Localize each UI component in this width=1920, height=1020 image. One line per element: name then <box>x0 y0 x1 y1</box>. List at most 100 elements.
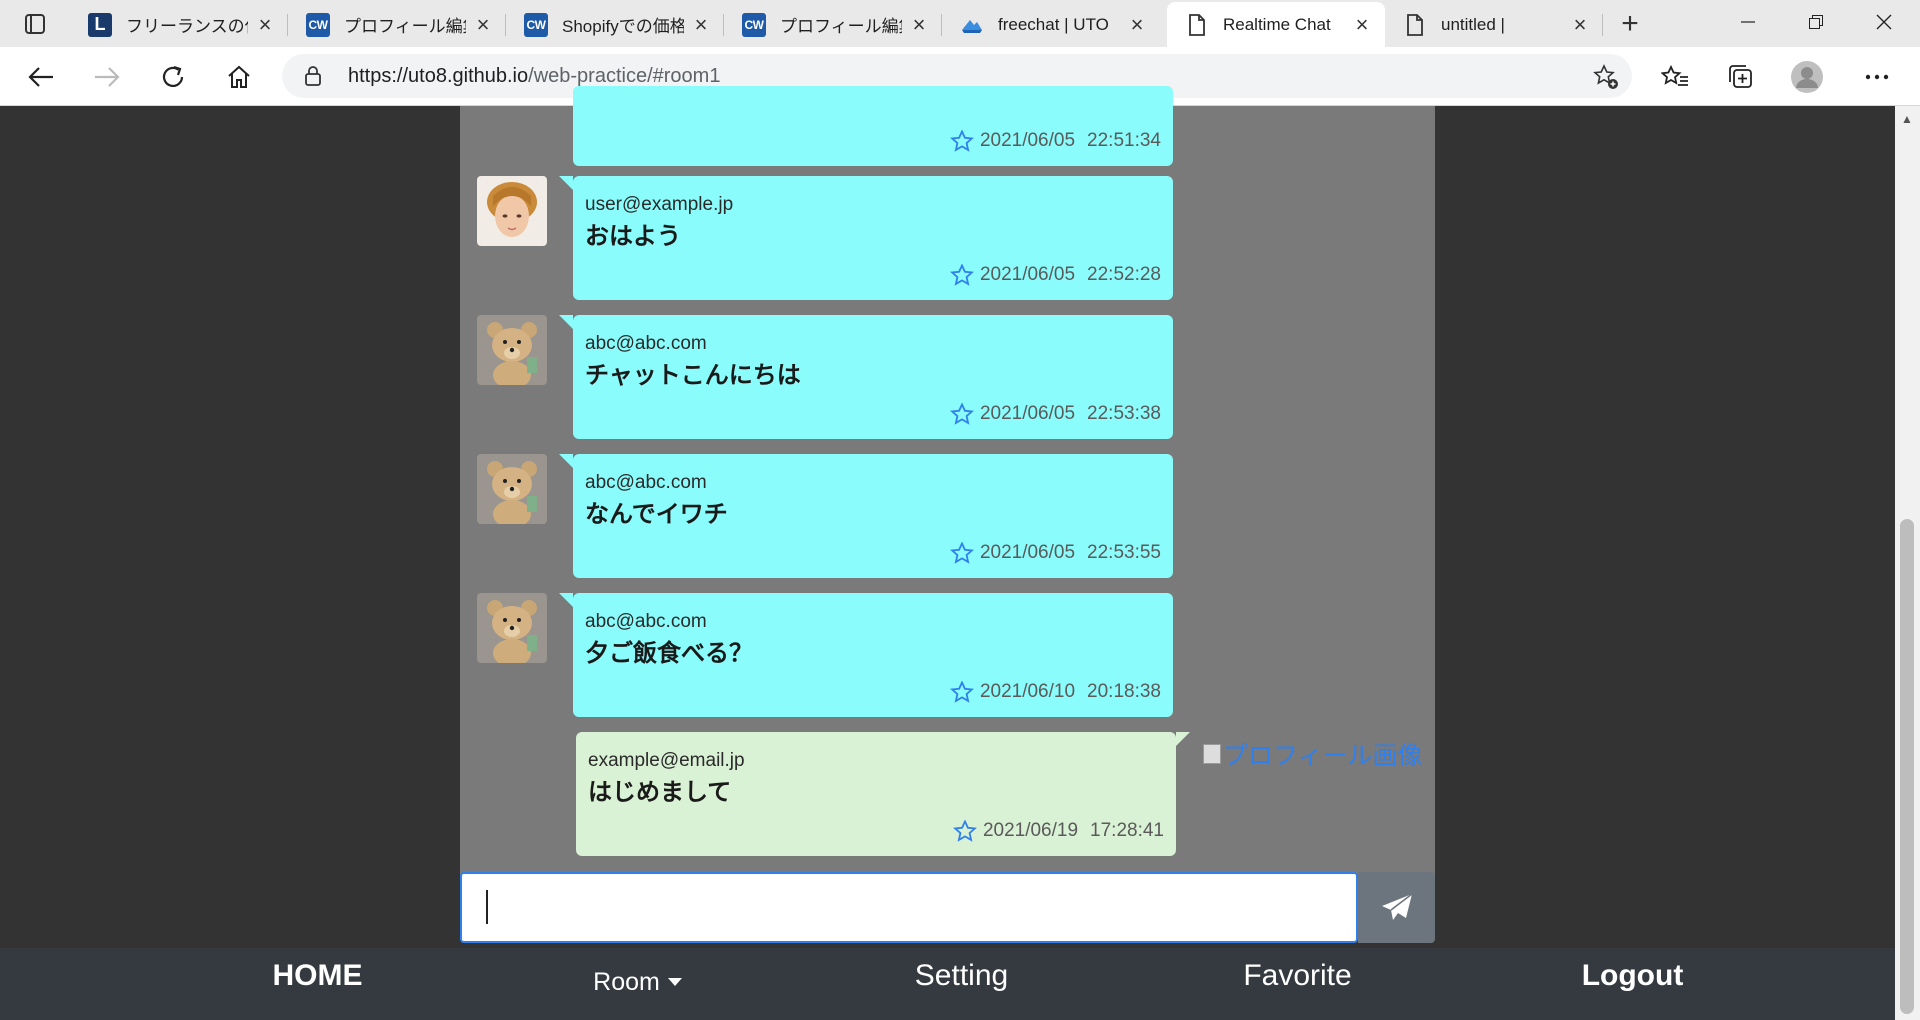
collections-icon <box>1729 65 1752 88</box>
profile-image-alt: プロフィール画像 <box>1223 742 1423 770</box>
message-user: user@example.jp <box>585 194 734 215</box>
text-caret <box>486 890 488 924</box>
close-icon[interactable]: × <box>472 12 494 37</box>
profile-image-broken: プロフィール画像 <box>1203 736 1423 772</box>
minimize-icon <box>1741 21 1755 23</box>
chat-message: abc@abc.com チャットこんにちは 2021/06/05 22:53:3… <box>559 315 1173 439</box>
star-icon[interactable] <box>950 264 974 286</box>
chat-message: abc@abc.com 夕ご飯食べる？ 2021/06/10 20:18:38 <box>559 593 1173 717</box>
restore-button[interactable] <box>1784 0 1848 44</box>
new-tab-button[interactable]: + <box>1614 7 1646 40</box>
collections-button[interactable] <box>1722 58 1760 96</box>
scrollbar-thumb[interactable] <box>1900 519 1914 1014</box>
message-user: abc@abc.com <box>585 472 707 493</box>
message-time: 20:18:38 <box>1087 681 1161 702</box>
forward-button[interactable] <box>88 58 126 96</box>
tab-freechat[interactable]: freechat | UTO × <box>942 2 1160 47</box>
star-icon[interactable] <box>950 403 974 425</box>
close-window-button[interactable] <box>1852 0 1916 44</box>
browser-tab-strip: L フリーランスの仕事 × CW プロフィール編集 | × CW Shopify… <box>0 0 1920 47</box>
message-text: チャットこんにちは <box>585 362 801 389</box>
star-icon[interactable] <box>950 681 974 703</box>
reload-button[interactable] <box>154 58 192 96</box>
nav-favorite-label: Favorite <box>1243 959 1352 992</box>
chat-message-partial: 2021/06/05 22:51:34 <box>573 86 1173 166</box>
tab-realtime-chat[interactable]: Realtime Chat × <box>1167 2 1385 47</box>
message-date: 2021/06/10 <box>979 681 1076 702</box>
arrow-left-icon <box>28 67 53 87</box>
close-icon[interactable]: × <box>1126 12 1148 37</box>
message-text: おはよう <box>585 223 681 250</box>
add-favorite-icon[interactable] <box>1592 63 1620 96</box>
chat-message: user@example.jp おはよう 2021/06/05 22:52:28 <box>559 176 1173 300</box>
message-user: abc@abc.com <box>585 611 707 632</box>
avatar <box>477 315 547 385</box>
tab-title: プロフィール編集 | <box>780 17 902 36</box>
tab-title: フリーランスの仕事 <box>126 17 248 36</box>
nav-home[interactable]: HOME <box>240 948 395 1004</box>
tab-title: プロフィール編集 | <box>344 17 466 36</box>
message-user: abc@abc.com <box>585 333 707 354</box>
favorites-list-icon <box>1661 64 1688 86</box>
tab-shopify[interactable]: CW Shopifyでの価格 × <box>506 2 724 47</box>
send-button[interactable] <box>1358 872 1435 943</box>
nav-setting[interactable]: Setting <box>884 948 1039 1004</box>
nav-favorite[interactable]: Favorite <box>1220 948 1375 1004</box>
message-time: 22:53:38 <box>1087 403 1161 424</box>
nav-logout-label: Logout <box>1581 959 1684 992</box>
tab-title: freechat | UTO <box>998 14 1109 34</box>
home-button[interactable] <box>220 58 258 96</box>
message-meta: 2021/06/10 20:18:38 <box>950 681 1161 703</box>
message-meta: 2021/06/19 17:28:41 <box>953 820 1164 842</box>
nav-logout[interactable]: Logout <box>1555 948 1710 1004</box>
tab-untitled[interactable]: untitled | × <box>1385 2 1603 47</box>
page-scrollbar[interactable]: ▲ <box>1895 106 1920 1020</box>
paper-plane-icon <box>1381 892 1412 920</box>
scroll-up-icon[interactable]: ▲ <box>1901 112 1913 126</box>
star-icon[interactable] <box>950 130 974 152</box>
url-path: /web-practice/#room1 <box>528 65 721 87</box>
message-text: なんでイワチ <box>585 501 728 528</box>
minimize-button[interactable] <box>1716 0 1780 44</box>
profile-button[interactable] <box>1788 58 1826 96</box>
tab-title: untitled | <box>1441 14 1505 34</box>
cloud-icon <box>960 13 984 37</box>
star-icon[interactable] <box>953 820 977 842</box>
tab-actions-button[interactable] <box>14 8 56 40</box>
message-date: 2021/06/05 <box>979 264 1076 285</box>
chat-message-mine: example@email.jp はじめまして 2021/06/19 17:28… <box>576 732 1190 856</box>
arrow-right-icon <box>95 67 120 87</box>
close-icon[interactable]: × <box>1351 12 1373 37</box>
favicon-l: L <box>88 12 112 37</box>
chat-message: abc@abc.com なんでイワチ 2021/06/05 22:53:55 <box>559 454 1173 578</box>
reload-icon <box>162 65 184 88</box>
lock-icon <box>304 65 322 92</box>
more-menu-button[interactable] <box>1858 58 1896 96</box>
message-input[interactable] <box>462 874 1356 941</box>
avatar <box>477 593 547 663</box>
nav-home-label: HOME <box>272 959 363 992</box>
message-text: 夕ご飯食べる？ <box>585 640 753 667</box>
nav-room-dropdown[interactable]: Room <box>560 954 715 1010</box>
favicon-cw: CW <box>306 12 330 37</box>
restore-icon <box>1809 15 1823 29</box>
close-icon[interactable]: × <box>254 12 276 37</box>
message-date: 2021/06/05 <box>979 403 1076 424</box>
tab-profile-edit-2[interactable]: CW プロフィール編集 | × <box>724 2 942 47</box>
message-time: 22:52:28 <box>1087 264 1161 285</box>
nav-setting-label: Setting <box>914 959 1009 992</box>
tab-actions-icon <box>25 14 45 34</box>
message-text: はじめまして <box>588 779 732 806</box>
back-button[interactable] <box>22 58 60 96</box>
tab-freelance[interactable]: L フリーランスの仕事 × <box>70 2 288 47</box>
close-icon[interactable]: × <box>690 12 712 37</box>
close-icon[interactable]: × <box>1569 12 1591 37</box>
page-icon <box>1185 13 1209 37</box>
page-body: 2021/06/05 22:51:34 user@example.jp おはよう… <box>0 86 1920 1020</box>
page-icon <box>1403 13 1427 37</box>
star-icon[interactable] <box>950 542 974 564</box>
favorites-button[interactable] <box>1656 58 1694 96</box>
close-icon[interactable]: × <box>908 12 930 37</box>
tab-profile-edit-1[interactable]: CW プロフィール編集 | × <box>288 2 506 47</box>
bottom-nav: HOME Room Setting Favorite Logout <box>0 948 1895 1020</box>
